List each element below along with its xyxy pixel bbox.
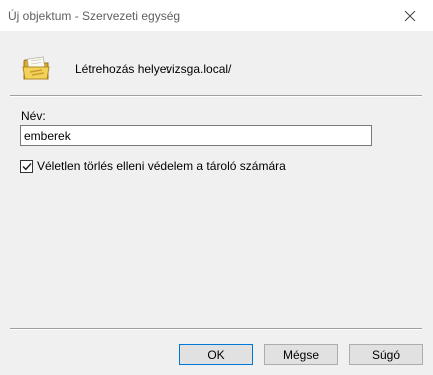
separator-bottom: [10, 328, 422, 330]
cancel-button[interactable]: Mégse: [264, 344, 338, 365]
protect-from-deletion-label: Véletlen törlés elleni védelem a tároló …: [37, 159, 286, 173]
organizational-unit-folder-icon: [22, 56, 50, 80]
location-value: vizsga.local/: [166, 62, 232, 76]
location-label: Létrehozás helye:: [75, 62, 170, 76]
close-button[interactable]: [387, 0, 433, 31]
window-title: Új objektum - Szervezeti egység: [8, 9, 181, 23]
ok-button[interactable]: OK: [179, 344, 253, 365]
title-bar: Új objektum - Szervezeti egység: [0, 0, 433, 31]
help-button[interactable]: Súgó: [349, 344, 423, 365]
close-icon: [404, 10, 416, 21]
name-label: Név:: [21, 109, 46, 123]
name-input[interactable]: [20, 125, 372, 146]
separator-top: [10, 95, 422, 97]
protect-from-deletion-checkbox[interactable]: [20, 159, 33, 173]
dialog-body: Létrehozás helye: vizsga.local/ Név: Vél…: [0, 31, 433, 375]
protect-from-deletion-row[interactable]: Véletlen törlés elleni védelem a tároló …: [20, 159, 286, 173]
checkmark-icon: [22, 162, 32, 170]
